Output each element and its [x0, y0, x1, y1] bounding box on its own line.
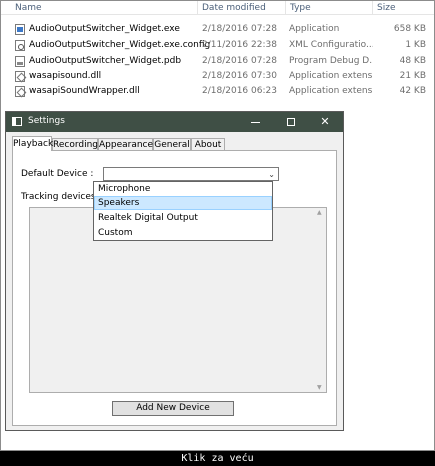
dll-file-icon: [15, 71, 25, 82]
add-new-device-button[interactable]: Add New Device: [112, 401, 234, 416]
screenshot-frame: Name Date modified Type Size AudioOutput…: [0, 0, 435, 451]
file-type: Application extens...: [289, 71, 373, 81]
device-dropdown-list: Microphone Speakers Realtek Digital Outp…: [93, 181, 273, 241]
dropdown-option-custom[interactable]: Custom: [94, 226, 272, 240]
dropdown-option-speakers[interactable]: Speakers: [94, 196, 272, 210]
column-header-type[interactable]: Type: [290, 3, 311, 13]
file-list-header: Name Date modified Type Size: [1, 1, 434, 15]
minimize-icon: [251, 122, 260, 123]
column-header-name[interactable]: Name: [15, 3, 42, 13]
exe-file-icon: [15, 24, 25, 35]
dropdown-option-realtek-digital-output[interactable]: Realtek Digital Output: [94, 211, 272, 225]
column-header-date[interactable]: Date modified: [202, 3, 266, 13]
close-button[interactable]: ✕: [309, 112, 341, 132]
maximize-icon: [287, 118, 295, 126]
file-date: 2/11/2016 22:38: [202, 40, 277, 50]
file-type: Application extens...: [289, 86, 373, 96]
config-file-icon: [15, 40, 25, 51]
file-type: Application: [289, 24, 340, 34]
tab-playback[interactable]: Playback: [12, 136, 53, 151]
default-device-combobox[interactable]: ⌄: [103, 167, 279, 181]
file-name: wasapisound.dll: [29, 71, 102, 81]
file-size: 48 KB: [399, 56, 426, 66]
column-divider[interactable]: [197, 1, 198, 15]
enlarge-caption[interactable]: Klik za veću: [0, 451, 435, 466]
file-row[interactable]: AudioOutputSwitcher_Widget.exe 2/18/2016…: [1, 21, 434, 37]
file-row[interactable]: AudioOutputSwitcher_Widget.pdb 2/18/2016…: [1, 53, 434, 69]
dropdown-option-microphone[interactable]: Microphone: [94, 182, 272, 196]
file-type: Program Debug D...: [289, 56, 373, 66]
app-icon: [12, 117, 22, 126]
tracking-devices-label: Tracking devices :: [21, 192, 102, 202]
file-row[interactable]: wasapisound.dll 2/18/2016 07:30 Applicat…: [1, 68, 434, 84]
title-bar[interactable]: Settings ✕: [6, 112, 343, 132]
file-date: 2/18/2016 07:28: [202, 24, 277, 34]
file-name: AudioOutputSwitcher_Widget.pdb: [29, 56, 182, 66]
scroll-up-icon[interactable]: ▲: [317, 209, 322, 216]
file-size: 658 KB: [393, 24, 426, 34]
file-row[interactable]: AudioOutputSwitcher_Widget.exe.config 2/…: [1, 37, 434, 53]
minimize-button[interactable]: [239, 112, 271, 132]
file-row[interactable]: wasapiSoundWrapper.dll 2/18/2016 06:23 A…: [1, 83, 434, 99]
file-date: 2/18/2016 07:28: [202, 56, 277, 66]
vertical-scrollbar[interactable]: ▲ ▼: [316, 208, 326, 392]
scroll-down-icon[interactable]: ▼: [317, 384, 322, 391]
file-date: 2/18/2016 07:30: [202, 71, 277, 81]
window-title: Settings: [28, 116, 65, 126]
column-divider[interactable]: [372, 1, 373, 15]
file-name: wasapiSoundWrapper.dll: [29, 86, 140, 96]
file-name: AudioOutputSwitcher_Widget.exe: [29, 24, 180, 34]
close-icon: ✕: [320, 115, 330, 128]
file-date: 2/18/2016 06:23: [202, 86, 277, 96]
column-header-size[interactable]: Size: [377, 3, 395, 13]
file-size: 1 KB: [405, 40, 426, 50]
column-divider[interactable]: [285, 1, 286, 15]
chevron-down-icon: ⌄: [268, 170, 275, 179]
pdb-file-icon: [15, 56, 25, 67]
file-size: 42 KB: [399, 86, 426, 96]
file-size: 21 KB: [399, 71, 426, 81]
file-type: XML Configuratio...: [289, 40, 373, 50]
default-device-label: Default Device :: [21, 169, 94, 179]
dll-file-icon: [15, 86, 25, 97]
maximize-button[interactable]: [275, 112, 307, 132]
file-name: AudioOutputSwitcher_Widget.exe.config: [29, 40, 211, 50]
settings-window: Settings ✕ Playback Recording Appearance…: [5, 111, 344, 431]
